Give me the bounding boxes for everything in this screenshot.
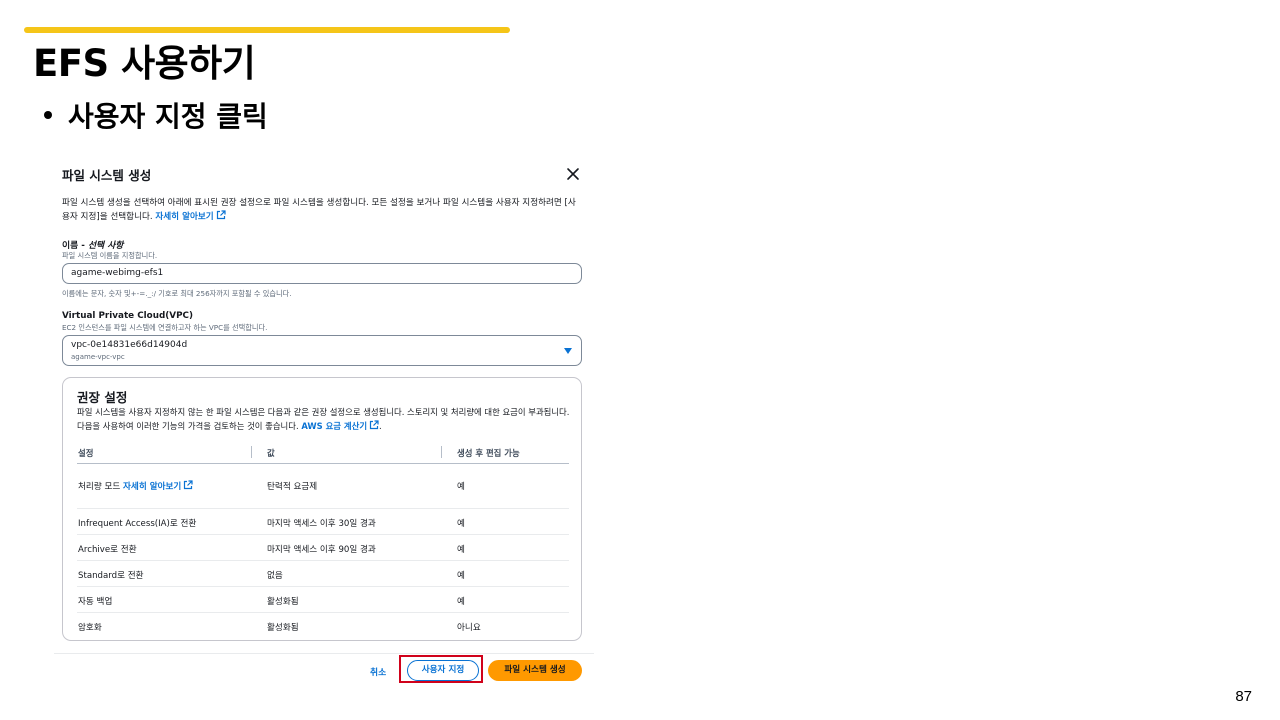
column-header-editable: 생성 후 편집 가능 (457, 448, 520, 458)
row-value: 마지막 액세스 이후 90일 경과 (267, 545, 376, 555)
column-divider (251, 446, 252, 458)
vpc-select[interactable]: vpc-0e14831e66d14904d agame-vpc-vpc (62, 335, 582, 366)
name-label-optional: 선택 사항 (87, 241, 124, 251)
slide-bullet: 사용자 지정 클릭 (44, 97, 268, 137)
external-link-icon (184, 480, 193, 490)
dialog-description: 파일 시스템 생성을 선택하여 아래에 표시된 권장 설정으로 파일 시스템을 … (62, 196, 582, 224)
table-row: Archive로 전환 마지막 액세스 이후 90일 경과 예 (77, 535, 569, 561)
row-editable: 예 (457, 597, 465, 607)
page-number: 87 (1235, 688, 1252, 705)
name-label-text: 이름 - (62, 241, 88, 251)
slide-bullet-text: 사용자 지정 클릭 (68, 100, 268, 133)
external-link-icon (369, 420, 379, 430)
recommended-settings-panel: 권장 설정 파일 시스템을 사용자 지정하지 않는 한 파일 시스템은 다음과 … (62, 377, 582, 641)
customize-button[interactable]: 사용자 지정 (407, 660, 479, 681)
close-icon[interactable] (564, 165, 582, 183)
row-value: 마지막 액세스 이후 30일 경과 (267, 519, 376, 529)
column-header-value: 값 (267, 448, 275, 458)
row-setting: Standard로 전환 (78, 571, 144, 581)
row-setting: 자동 백업 (78, 597, 113, 607)
create-file-system-dialog: 파일 시스템 생성 파일 시스템 생성을 선택하여 아래에 표시된 권장 설정으… (54, 155, 594, 690)
dialog-description-text: 파일 시스템 생성을 선택하여 아래에 표시된 권장 설정으로 파일 시스템을 … (62, 198, 576, 222)
slide-accent-bar (24, 27, 510, 33)
create-file-system-button[interactable]: 파일 시스템 생성 (488, 660, 582, 681)
name-input[interactable]: agame-webimg-efs1 (62, 263, 582, 284)
settings-table: 설정 값 생성 후 편집 가능 처리량 모드 자세히 알아보기 탄력적 요금제 … (77, 440, 569, 639)
column-divider (441, 446, 442, 458)
table-row: 처리량 모드 자세히 알아보기 탄력적 요금제 예 (77, 464, 569, 509)
row-setting-label: 처리량 모드 (78, 482, 121, 492)
name-constraint: 이름에는 문자, 숫자 및+-=._:/ 기호로 최대 256자까지 포함될 수… (62, 289, 292, 298)
vpc-hint: EC2 인스턴스를 파일 시스템에 연결하고자 하는 VPC를 선택합니다. (62, 323, 268, 332)
table-row: 자동 백업 활성화됨 예 (77, 587, 569, 613)
caret-down-icon (564, 348, 572, 354)
table-row: Standard로 전환 없음 예 (77, 561, 569, 587)
recommended-settings-description: 파일 시스템을 사용자 지정하지 않는 한 파일 시스템은 다음과 같은 권장 … (77, 405, 575, 433)
vpc-label: Virtual Private Cloud(VPC) (62, 311, 194, 321)
row-editable: 예 (457, 519, 465, 529)
cancel-button[interactable]: 취소 (370, 665, 386, 678)
row-editable: 예 (457, 571, 465, 581)
recommended-settings-title: 권장 설정 (77, 390, 128, 405)
row-value: 없음 (267, 571, 283, 581)
table-row: Infrequent Access(IA)로 전환 마지막 액세스 이후 30일… (77, 509, 569, 535)
external-link-icon (216, 210, 226, 220)
table-header: 설정 값 생성 후 편집 가능 (77, 440, 569, 464)
row-editable: 예 (457, 545, 465, 555)
bullet-dot (44, 111, 52, 119)
row-value: 탄력적 요금제 (267, 482, 318, 492)
learn-more-link[interactable]: 자세히 알아보기 (155, 212, 213, 222)
row-value: 활성화됨 (267, 597, 299, 607)
row-setting: Infrequent Access(IA)로 전환 (78, 519, 197, 529)
dialog-title: 파일 시스템 생성 (62, 168, 152, 183)
aws-pricing-calculator-link[interactable]: AWS 요금 계산기 (301, 421, 367, 431)
throughput-learn-more-link[interactable]: 자세히 알아보기 (123, 482, 181, 492)
name-label: 이름 - 선택 사항 (62, 238, 123, 251)
name-hint: 파일 시스템 이름을 지정합니다. (62, 251, 158, 260)
slide-title: EFS 사용하기 (33, 42, 256, 85)
row-setting: 처리량 모드 자세히 알아보기 (78, 480, 193, 492)
vpc-select-value: vpc-0e14831e66d14904d (71, 340, 188, 350)
row-setting: Archive로 전환 (78, 545, 137, 555)
table-row: 암호화 활성화됨 아니요 (77, 613, 569, 639)
row-editable: 예 (457, 482, 465, 492)
row-setting: 암호화 (78, 623, 102, 633)
recommended-description-end: . (379, 421, 382, 431)
row-editable: 아니요 (457, 623, 481, 633)
vpc-select-sub: agame-vpc-vpc (71, 353, 125, 361)
row-value: 활성화됨 (267, 623, 299, 633)
footer-divider (54, 653, 594, 654)
column-header-setting: 설정 (78, 448, 94, 458)
